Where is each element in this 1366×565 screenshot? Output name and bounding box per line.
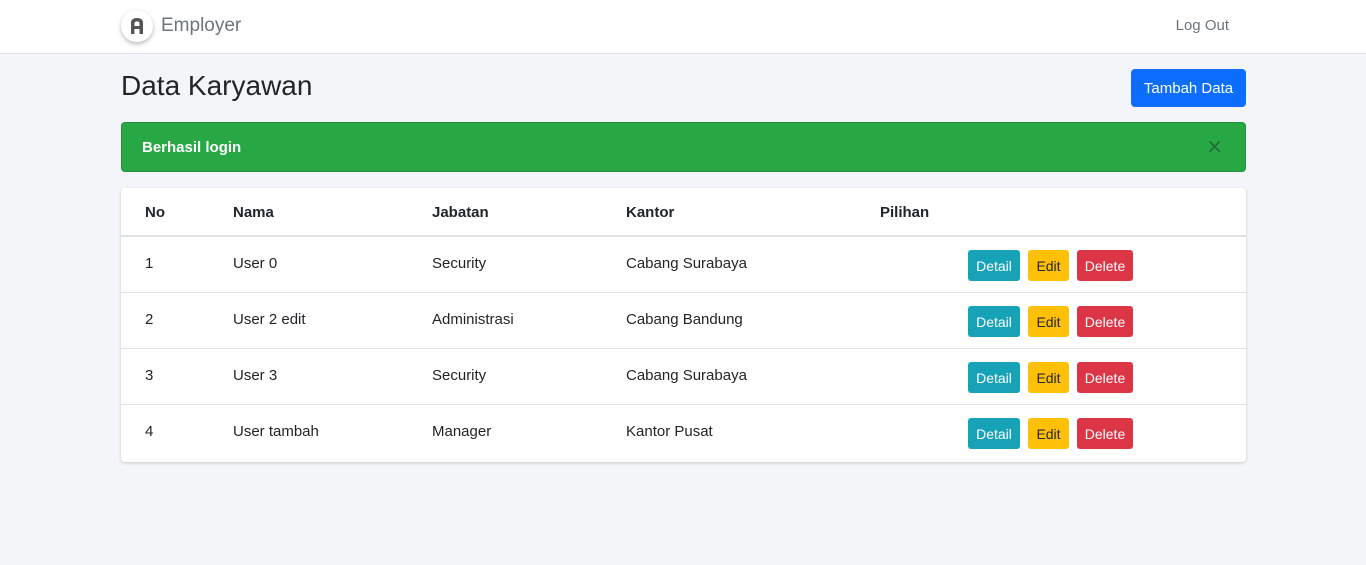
cell-kantor: Kantor Pusat [626,423,713,440]
detail-button[interactable]: Detail [968,362,1020,393]
table-row: 1 User 0 Security Cabang Surabaya Detail… [121,237,1246,293]
alert-message: Berhasil login [142,139,242,156]
cell-no: 1 [145,255,154,272]
cell-jabatan: Security [432,255,487,272]
brand-name: Employer [161,15,242,36]
page-title: Data Karyawan [121,70,313,101]
detail-button[interactable]: Detail [968,418,1020,449]
edit-button[interactable]: Edit [1028,250,1069,281]
cell-nama: User tambah [233,423,319,440]
add-data-button[interactable]: Tambah Data [1131,69,1246,107]
cell-nama: User 3 [233,367,278,384]
logout-link[interactable]: Log Out [1176,17,1229,34]
cell-no: 2 [145,311,154,328]
cell-no: 4 [145,423,154,440]
table-row: 2 User 2 edit Administrasi Cabang Bandun… [121,293,1246,349]
cell-no: 3 [145,367,154,384]
header-kantor: Kantor [626,204,675,221]
delete-button[interactable]: Delete [1077,306,1133,337]
cell-kantor: Cabang Surabaya [626,367,747,384]
delete-button[interactable]: Delete [1077,250,1133,281]
cell-jabatan: Manager [432,423,492,440]
header-jabatan: Jabatan [432,204,489,221]
detail-button[interactable]: Detail [968,250,1020,281]
success-alert: Berhasil login × [121,122,1246,172]
cell-jabatan: Administrasi [432,311,514,328]
header-nama: Nama [233,204,274,221]
detail-button[interactable]: Detail [968,306,1020,337]
edit-button[interactable]: Edit [1028,306,1069,337]
cell-nama: User 2 edit [233,311,306,328]
edit-button[interactable]: Edit [1028,418,1069,449]
table-row: 3 User 3 Security Cabang Surabaya Detail… [121,349,1246,405]
table-row: 4 User tambah Manager Kantor Pusat Detai… [121,405,1246,461]
cell-kantor: Cabang Surabaya [626,255,747,272]
employee-table: No Nama Jabatan Kantor Pilihan 1 User 0 … [121,188,1246,462]
header-no: No [145,204,165,221]
header-pilihan: Pilihan [880,204,930,221]
logo-icon [121,10,153,42]
close-icon[interactable]: × [1206,136,1223,156]
delete-button[interactable]: Delete [1077,418,1133,449]
edit-button[interactable]: Edit [1028,362,1069,393]
cell-kantor: Cabang Bandung [626,311,743,328]
cell-jabatan: Security [432,367,487,384]
delete-button[interactable]: Delete [1077,362,1133,393]
table-header: No Nama Jabatan Kantor Pilihan [121,188,1246,237]
cell-nama: User 0 [233,255,278,272]
navbar: Employer Log Out [0,0,1366,54]
brand-link[interactable]: Employer [121,10,241,42]
